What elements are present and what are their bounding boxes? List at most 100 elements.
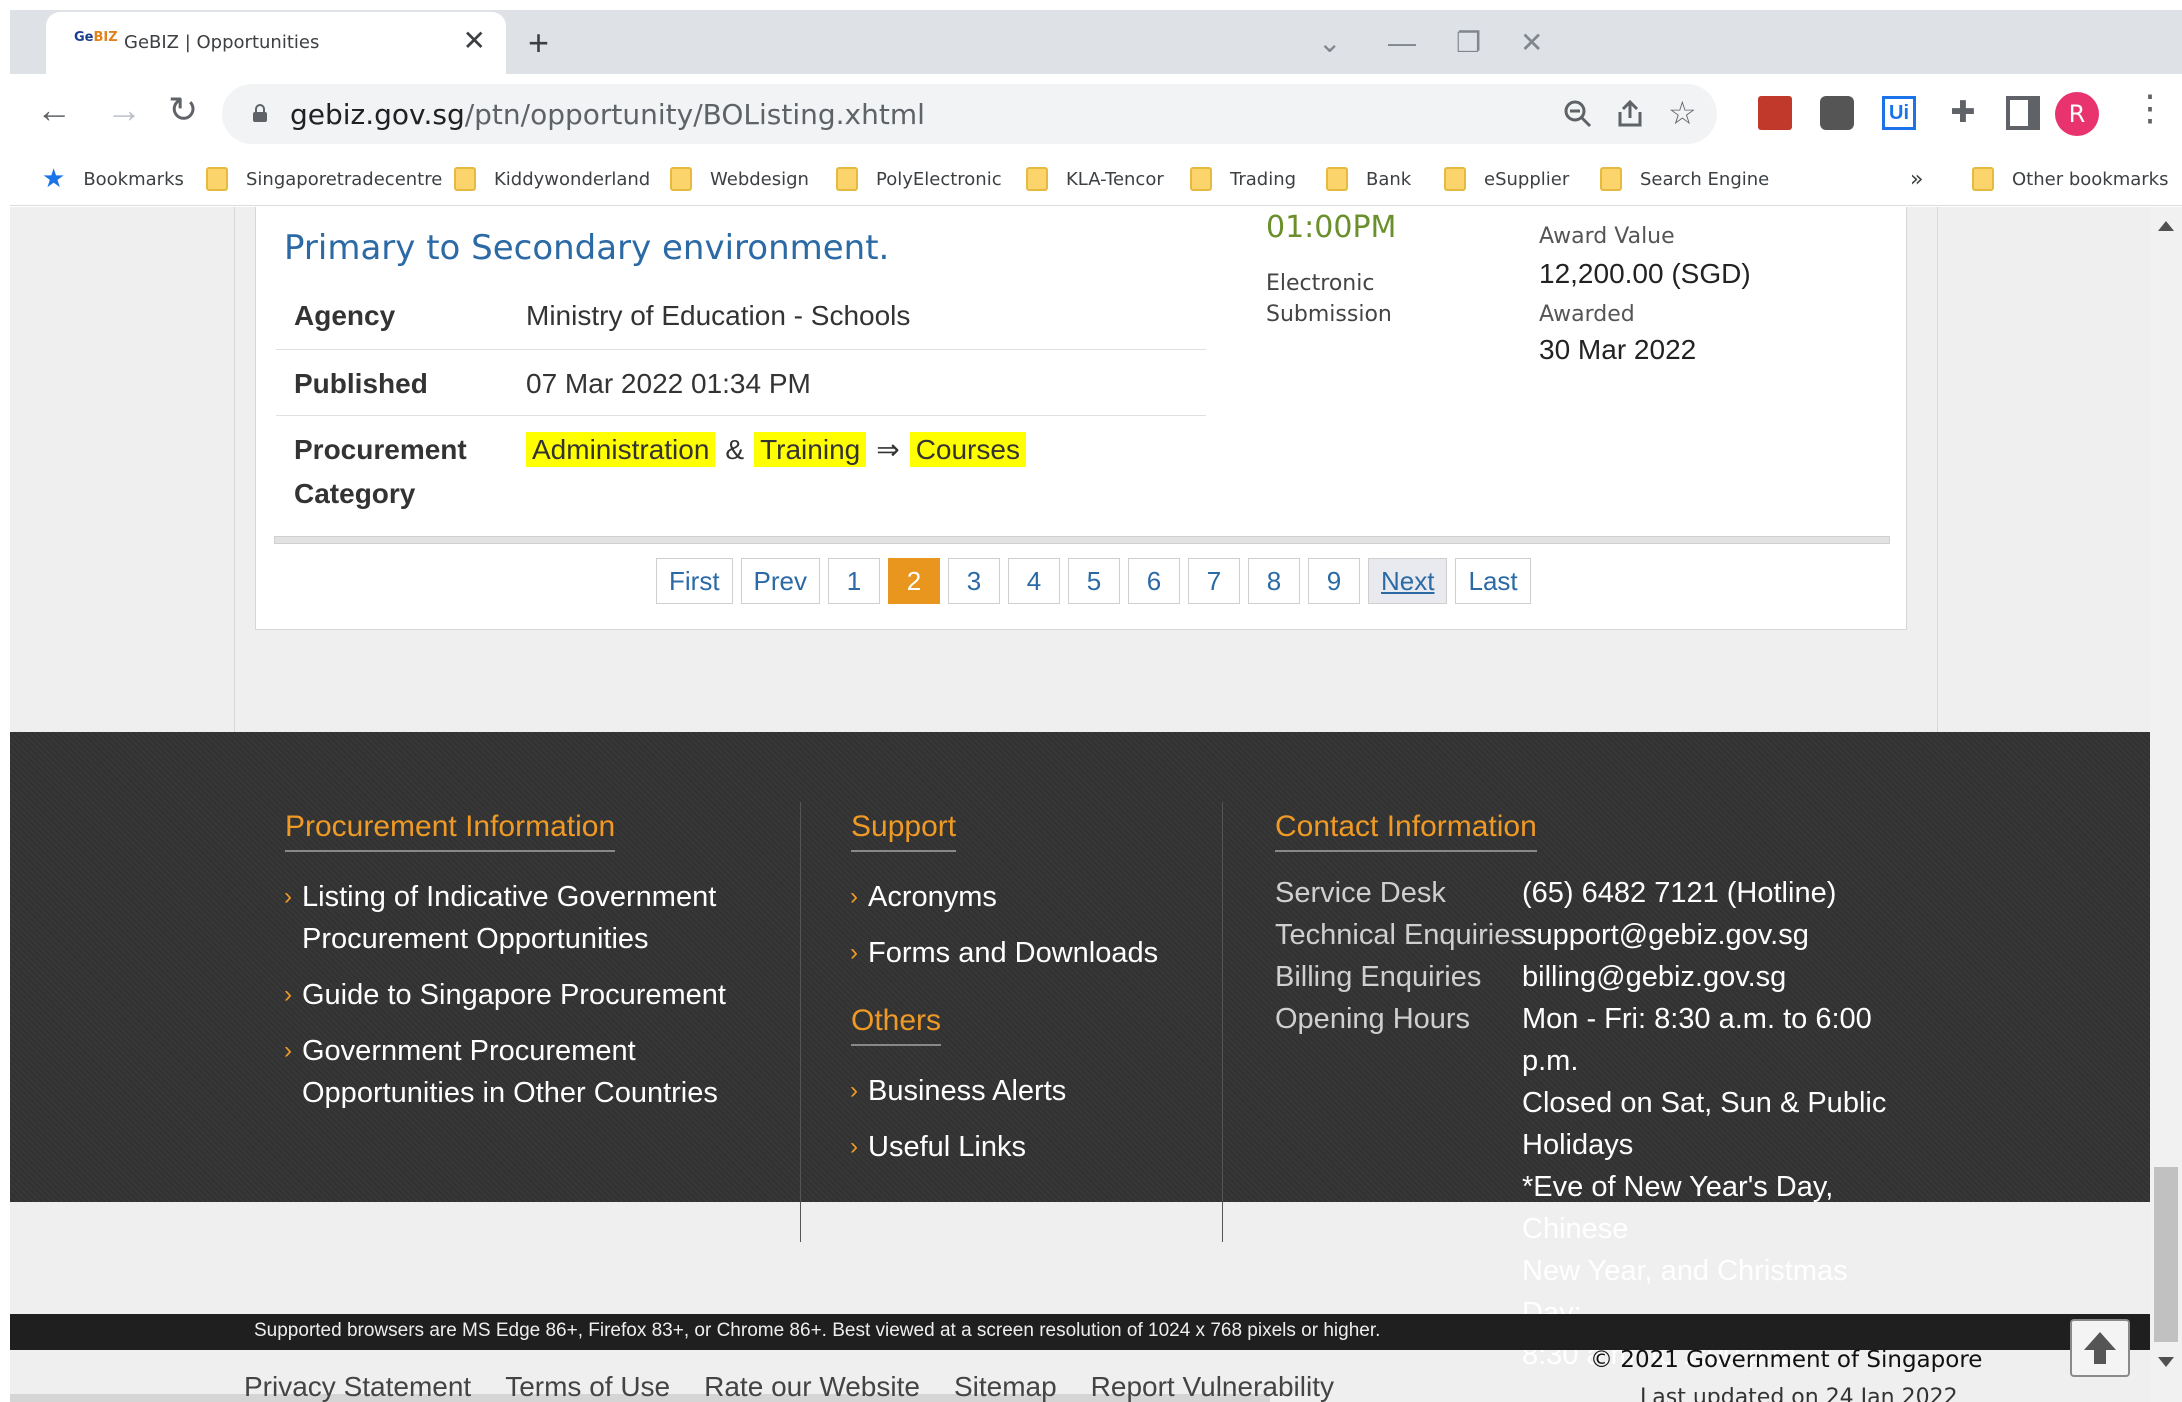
content-column: Primary to Secondary environment. Agency… — [234, 207, 1938, 732]
page-last-button[interactable]: Last — [1455, 558, 1531, 604]
published-label: Published — [294, 368, 428, 399]
pagination: First Prev 1 2 3 4 5 6 7 8 9 Next Last — [656, 558, 1531, 604]
restore-icon[interactable]: ❐ — [1456, 28, 1481, 58]
profile-avatar[interactable]: R — [2055, 92, 2099, 136]
bookmark-folder[interactable]: Bank — [1326, 164, 1411, 194]
contact-labels: Service Desk Technical Enquiries Billing… — [1275, 877, 1525, 1035]
sitemap-link[interactable]: Sitemap — [954, 1371, 1057, 1402]
chevron-right-icon: › — [284, 981, 292, 1008]
opportunity-card: Primary to Secondary environment. Agency… — [255, 207, 1907, 630]
page-next-button[interactable]: Next — [1368, 558, 1448, 604]
bookmark-star-icon[interactable]: ☆ — [1668, 94, 1697, 132]
footer-divider — [1222, 802, 1223, 1242]
bookmark-folder[interactable]: eSupplier — [1444, 164, 1569, 194]
chevron-right-icon: › — [850, 1133, 858, 1160]
new-tab-button[interactable]: + — [528, 25, 549, 61]
bookmarks-overflow-button[interactable]: » — [1910, 164, 1923, 194]
scroll-down-arrow-icon[interactable] — [2158, 1357, 2174, 1367]
contact-values: (65) 6482 7121 (Hotline) support@gebiz.g… — [1522, 872, 1902, 1376]
back-to-top-button[interactable] — [2070, 1319, 2130, 1377]
page-first-button[interactable]: First — [656, 558, 733, 604]
opportunity-title[interactable]: Primary to Secondary environment. — [284, 228, 889, 268]
page-number-button[interactable]: 4 — [1008, 558, 1061, 604]
footer-link[interactable]: › Forms and Downloads — [850, 932, 1158, 974]
gebiz-favicon-icon: GeBIZ — [74, 30, 118, 45]
bookmark-folder[interactable]: Singaporetradecentre — [206, 164, 442, 194]
bookmarks-button[interactable]: ★ Bookmarks — [42, 164, 184, 194]
page-number-button[interactable]: 9 — [1308, 558, 1361, 604]
zoom-out-icon[interactable] — [1562, 98, 1594, 130]
chevron-right-icon: › — [850, 883, 858, 910]
forward-arrow-icon[interactable]: → — [106, 90, 142, 130]
address-bar[interactable]: gebiz.gov.sg/ptn/opportunity/BOListing.x… — [222, 84, 1717, 144]
awarded-label: Awarded — [1539, 302, 1635, 327]
bookmark-folder[interactable]: PolyElectronic — [836, 164, 1002, 194]
side-panel-icon[interactable] — [2006, 96, 2040, 130]
footer-link[interactable]: › Guide to Singapore Procurement — [284, 974, 726, 1016]
folder-icon — [1600, 167, 1622, 191]
rate-website-link[interactable]: Rate our Website — [704, 1371, 920, 1402]
extension-icon[interactable] — [1820, 96, 1854, 130]
page-prev-button[interactable]: Prev — [740, 558, 821, 604]
page-number-button[interactable]: 1 — [828, 558, 881, 604]
report-vulnerability-link[interactable]: Report Vulnerability — [1091, 1371, 1334, 1402]
folder-icon — [1444, 167, 1466, 191]
browser-tab[interactable]: GeBIZ GeBIZ | Opportunities ✕ — [46, 12, 506, 74]
category-label: Procurement Category — [294, 434, 467, 509]
vertical-scrollbar[interactable] — [2150, 207, 2182, 1402]
terms-of-use-link[interactable]: Terms of Use — [505, 1371, 670, 1402]
folder-icon — [206, 167, 228, 191]
pdf-extension-icon[interactable] — [1758, 96, 1792, 130]
scrollbar-thumb[interactable] — [2154, 1167, 2178, 1342]
page-current[interactable]: 2 — [888, 558, 941, 604]
card-divider — [274, 536, 1890, 544]
tab-search-icon[interactable]: ⌄ — [1318, 28, 1341, 58]
bookmark-folder[interactable]: KLA-Tencor — [1026, 164, 1164, 194]
folder-icon — [1972, 167, 1994, 191]
star-icon: ★ — [42, 164, 66, 194]
procurement-info-heading: Procurement Information — [285, 810, 616, 852]
share-icon[interactable] — [1614, 98, 1646, 130]
chevron-right-icon: › — [850, 1077, 858, 1104]
page-number-button[interactable]: 5 — [1068, 558, 1121, 604]
award-value-label: Award Value — [1539, 224, 1675, 249]
footer-link[interactable]: › Government Procurement Opportunities in … — [284, 1030, 718, 1114]
footer-link[interactable]: › Listing of Indicative Government Procure… — [284, 876, 716, 960]
back-arrow-icon[interactable]: ← — [36, 90, 72, 130]
browser-support-bar: Supported browsers are MS Edge 86+, Fire… — [10, 1314, 2150, 1350]
footer-link[interactable]: › Business Alerts — [850, 1070, 1066, 1112]
minimize-icon[interactable]: — — [1388, 28, 1416, 58]
uipath-extension-icon[interactable]: Ui — [1882, 96, 1916, 130]
page-number-button[interactable]: 3 — [948, 558, 1001, 604]
tab-close-icon[interactable]: ✕ — [463, 26, 486, 56]
category-row: Procurement Category Administration & Trai… — [276, 416, 1206, 528]
url-text: gebiz.gov.sg/ptn/opportunity/BOListing.x… — [290, 98, 925, 131]
bookmark-folder[interactable]: Search Engine — [1600, 164, 1769, 194]
category-tag: Courses — [909, 432, 1026, 467]
extensions-puzzle-icon[interactable]: ✚ — [1946, 96, 1980, 130]
bookmark-folder[interactable]: Trading — [1190, 164, 1296, 194]
category-tag: Administration — [526, 432, 716, 467]
browser-menu-icon[interactable]: ⋮ — [2132, 88, 2168, 128]
contact-heading: Contact Information — [1275, 810, 1537, 852]
bookmark-folder[interactable]: Kiddywonderland — [454, 164, 650, 194]
support-email-link[interactable]: support@gebiz.gov.sg — [1522, 914, 1902, 956]
browser-toolbar: ← → ↻ gebiz.gov.sg/ptn/opportunity/BOLis… — [10, 74, 2182, 152]
privacy-statement-link[interactable]: Privacy Statement — [244, 1371, 471, 1402]
page-number-button[interactable]: 8 — [1248, 558, 1301, 604]
tab-title: GeBIZ | Opportunities — [124, 32, 320, 53]
window-close-icon[interactable]: ✕ — [1520, 28, 1543, 58]
footer-link[interactable]: › Acronyms — [850, 876, 997, 918]
page-number-button[interactable]: 7 — [1188, 558, 1241, 604]
footer-link[interactable]: › Useful Links — [850, 1126, 1026, 1168]
chevron-right-icon: › — [850, 939, 858, 966]
agency-value: Ministry of Education - Schools — [526, 300, 911, 331]
billing-email-link[interactable]: billing@gebiz.gov.sg — [1522, 956, 1902, 998]
reload-icon[interactable]: ↻ — [168, 90, 198, 130]
other-bookmarks-folder[interactable]: Other bookmarks — [1972, 164, 2168, 194]
folder-icon — [836, 167, 858, 191]
page-number-button[interactable]: 6 — [1128, 558, 1181, 604]
bookmark-folder[interactable]: Webdesign — [670, 164, 809, 194]
scroll-up-arrow-icon[interactable] — [2158, 221, 2174, 231]
support-heading: Support — [851, 810, 957, 852]
